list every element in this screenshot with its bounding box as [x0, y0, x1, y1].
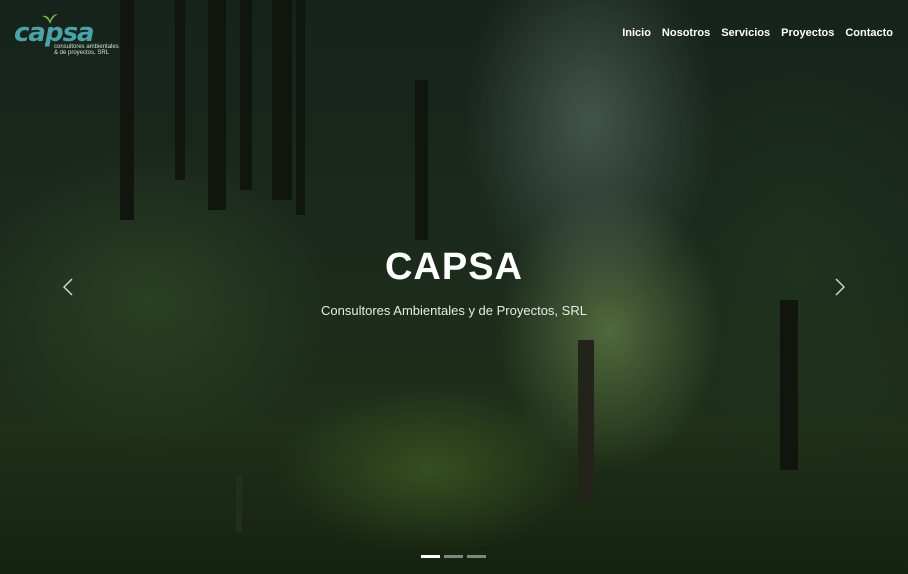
- chevron-right-icon: [835, 278, 845, 296]
- chevron-left-icon: [63, 278, 73, 296]
- nav-link-servicios[interactable]: Servicios: [721, 27, 770, 39]
- carousel-indicator[interactable]: [467, 555, 486, 558]
- nav-link-proyectos[interactable]: Proyectos: [781, 27, 834, 39]
- nav-link-contacto[interactable]: Contacto: [845, 27, 893, 39]
- main-nav: Inicio Nosotros Servicios Proyectos Cont…: [622, 27, 893, 39]
- logo-tagline: consultores ambientales & de proyectos, …: [54, 44, 119, 56]
- carousel-indicator[interactable]: [421, 555, 440, 558]
- nav-link-inicio[interactable]: Inicio: [622, 27, 651, 39]
- hero-title: CAPSA: [384, 246, 524, 288]
- nav-link-nosotros[interactable]: Nosotros: [662, 27, 710, 39]
- carousel-indicators: [421, 555, 486, 558]
- carousel-next-button[interactable]: [830, 276, 850, 298]
- carousel-indicator[interactable]: [444, 555, 463, 558]
- hero-subtitle: Consultores Ambientales y de Proyectos, …: [321, 303, 587, 318]
- brand-logo[interactable]: capsa consultores ambientales & de proye…: [14, 14, 119, 58]
- carousel-prev-button[interactable]: [58, 276, 78, 298]
